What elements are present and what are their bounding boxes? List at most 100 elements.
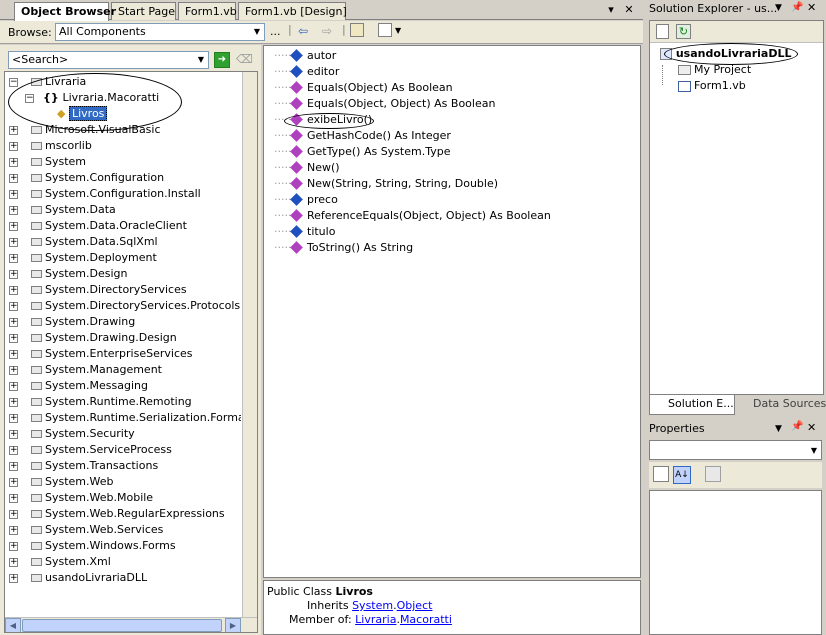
tree-horizontal-scrollbar[interactable]: ◀ ▶ (5, 617, 257, 632)
member-item[interactable]: ····· autor (264, 48, 336, 64)
scroll-right-icon[interactable]: ▶ (225, 618, 241, 632)
clear-search-icon[interactable]: ⌫ (236, 52, 253, 68)
member-item[interactable]: ····· titulo (264, 224, 335, 240)
expand-icon[interactable]: + (9, 318, 18, 327)
description-pane: Public Class Livros Inherits System.Obje… (263, 580, 641, 635)
assembly-icon (31, 574, 42, 582)
pin-icon[interactable]: 📌 (791, 2, 803, 13)
tab-start-page[interactable]: Start Page (111, 2, 176, 20)
chevron-down-icon[interactable]: ▼ (775, 3, 782, 13)
expand-icon[interactable]: + (9, 398, 18, 407)
search-input[interactable]: <Search> ▼ (8, 51, 209, 69)
tree-item-label: System.Configuration.Install (31, 186, 201, 202)
tab-data-sources[interactable]: Data Sources (735, 395, 826, 415)
tree-item-label: System.Web.Services (31, 522, 163, 538)
scroll-thumb[interactable] (22, 619, 222, 632)
member-item[interactable]: ····· New() (264, 160, 340, 176)
solution-item-my-project[interactable]: My Project (678, 62, 751, 78)
tab-solution-explorer[interactable]: Solution E... (649, 395, 735, 415)
member-item[interactable]: ····· editor (264, 64, 339, 80)
properties-object-combo[interactable]: ▼ (649, 440, 822, 460)
tab-label: Solution E... (668, 397, 734, 410)
expand-icon[interactable]: + (9, 510, 18, 519)
member-item[interactable]: ····· GetType() As System.Type (264, 144, 450, 160)
expand-icon[interactable]: + (9, 382, 18, 391)
expand-icon[interactable]: + (9, 446, 18, 455)
member-item[interactable]: ····· preco (264, 192, 338, 208)
tree-item-label: System.Design (31, 266, 128, 282)
annotation-ellipse (8, 73, 182, 131)
expand-icon[interactable]: + (9, 190, 18, 199)
tab-object-browser[interactable]: Object Browser (14, 2, 116, 21)
member-item[interactable]: ····· ToString() As String (264, 240, 413, 256)
back-icon[interactable]: ⇦ (298, 24, 308, 38)
collapse-icon[interactable]: − (9, 78, 18, 87)
expand-icon[interactable]: + (9, 270, 18, 279)
refresh-icon[interactable]: ↻ (676, 24, 691, 39)
expand-icon[interactable]: + (9, 558, 18, 567)
scroll-left-icon[interactable]: ◀ (5, 618, 21, 632)
expand-icon[interactable]: + (9, 414, 18, 423)
member-item[interactable]: ····· Equals(Object, Object) As Boolean (264, 96, 495, 112)
expand-icon[interactable]: + (9, 222, 18, 231)
expand-icon[interactable]: + (9, 206, 18, 215)
tree-line: ····· (274, 145, 292, 158)
tree-item-text: System.Runtime.Remoting (45, 395, 192, 408)
expand-icon[interactable]: + (9, 286, 18, 295)
expand-icon[interactable]: + (9, 574, 18, 583)
expand-icon[interactable]: + (9, 302, 18, 311)
tree-item-label: System.Data.OracleClient (31, 218, 187, 234)
expand-icon[interactable]: + (9, 350, 18, 359)
expand-icon[interactable]: + (9, 542, 18, 551)
close-icon[interactable]: ✕ (622, 3, 636, 17)
settings-icon[interactable] (378, 23, 392, 37)
chevron-down-icon[interactable]: ▼ (395, 26, 401, 35)
properties-icon[interactable] (656, 24, 669, 39)
tab-form1-vb[interactable]: Form1.vb (178, 2, 237, 20)
tree-item-text: System.Design (45, 267, 128, 280)
expand-icon[interactable]: + (9, 430, 18, 439)
expand-icon[interactable]: + (9, 254, 18, 263)
pin-icon[interactable]: 📌 (791, 421, 803, 432)
method-icon (290, 144, 303, 158)
member-item[interactable]: ····· New(String, String, String, Double) (264, 176, 498, 192)
member-of-namespace-link[interactable]: Livraria (355, 613, 396, 626)
assembly-icon (31, 414, 42, 422)
expand-icon[interactable]: + (9, 126, 18, 135)
expand-icon[interactable]: + (9, 462, 18, 471)
browse-toolbar: Browse: All Components ▼ ... | ⇦ ⇨ | ▼ (0, 21, 643, 44)
close-icon[interactable]: ✕ (807, 421, 816, 434)
expand-icon[interactable]: + (9, 366, 18, 375)
expand-icon[interactable]: + (9, 142, 18, 151)
tab-dropdown-icon[interactable]: ▾ (604, 3, 618, 17)
tree-item-label: System.Runtime.Serialization.Formatters.… (31, 410, 241, 426)
expand-icon[interactable]: + (9, 526, 18, 535)
member-of-type-link[interactable]: Macoratti (400, 613, 452, 626)
expand-icon[interactable]: + (9, 158, 18, 167)
add-reference-icon[interactable] (350, 23, 364, 37)
objects-pane: <Search> ▼ ➜ ⌫ − Livraria −{} Livraria.Mac… (0, 45, 261, 635)
member-item[interactable]: ····· ReferenceEquals(Object, Object) As … (264, 208, 551, 224)
search-go-icon[interactable]: ➜ (214, 52, 230, 68)
categorized-icon[interactable] (653, 466, 669, 482)
inherits-type-link[interactable]: Object (397, 599, 433, 612)
expand-icon[interactable]: + (9, 238, 18, 247)
browse-combo[interactable]: All Components ▼ (55, 23, 265, 41)
expand-icon[interactable]: + (9, 494, 18, 503)
alphabetical-icon[interactable]: A↓ (673, 466, 691, 484)
member-item[interactable]: ····· GetHashCode() As Integer (264, 128, 451, 144)
member-label: ReferenceEquals(Object, Object) As Boole… (307, 209, 551, 222)
expand-icon[interactable]: + (9, 478, 18, 487)
expand-icon[interactable]: + (9, 334, 18, 343)
tree-vertical-scrollbar[interactable] (242, 72, 257, 617)
solution-item-form1[interactable]: Form1.vb (678, 78, 746, 94)
tab-form1-design[interactable]: Form1.vb [Design] (238, 2, 347, 20)
expand-icon[interactable]: + (9, 174, 18, 183)
forward-icon[interactable]: ⇨ (322, 24, 332, 38)
member-item[interactable]: ····· Equals(Object) As Boolean (264, 80, 453, 96)
browse-custom-button[interactable]: ... (270, 25, 281, 38)
chevron-down-icon[interactable]: ▼ (775, 424, 782, 434)
inherits-namespace-link[interactable]: System (352, 599, 393, 612)
property-pages-icon[interactable] (705, 466, 721, 482)
close-icon[interactable]: ✕ (807, 1, 816, 14)
